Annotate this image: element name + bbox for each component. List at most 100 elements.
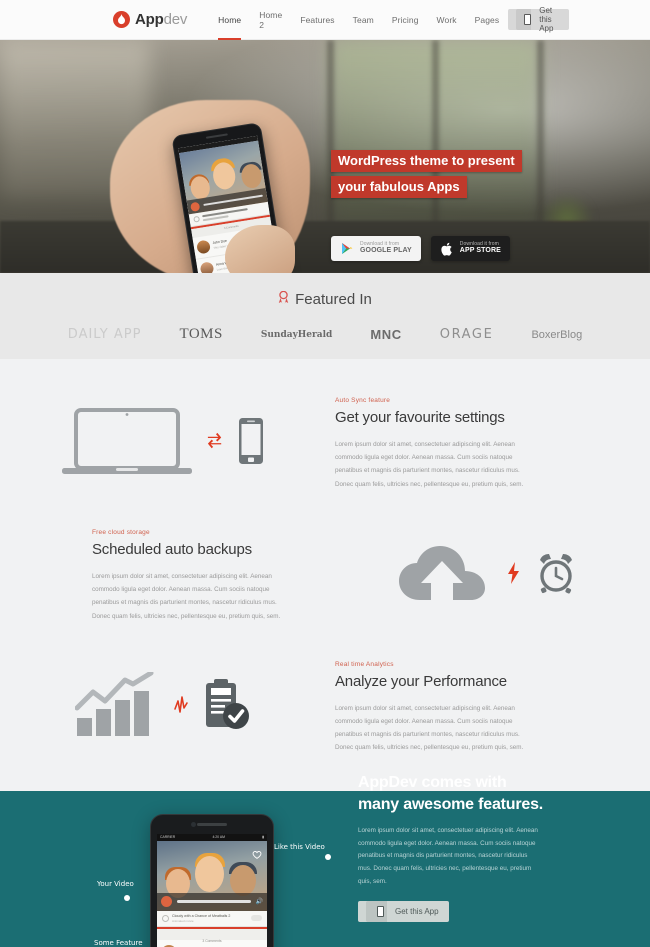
feature-body: Lorem ipsum dolor sit amet, consectetuer…: [92, 572, 281, 620]
hero-headline: WordPress theme to present your fabulous…: [331, 150, 522, 202]
nav-item-home-2[interactable]: Home 2: [259, 0, 282, 40]
phone-comments-header: 3 Comments: [157, 929, 267, 943]
bar-chart-growth-icon: [74, 670, 159, 743]
nav-item-pages[interactable]: Pages: [475, 0, 500, 40]
header-get-app-label: Get this App: [539, 6, 554, 33]
feature-art-backups: [325, 540, 650, 611]
hero-section: 3 Comments John Doe This video is damn g…: [0, 40, 650, 273]
feature-heading: Get your favourite settings: [335, 409, 505, 426]
featured-in-logos: DAILY APP TOMS SundayHerald MNC ORAGE Bo…: [0, 326, 650, 343]
callout-dot: [124, 894, 130, 901]
feature-row-backups: Free cloud storage Scheduled auto backup…: [0, 529, 650, 623]
featured-in-section: Featured In DAILY APP TOMS SundayHerald …: [0, 273, 650, 359]
cta-phone-screen: CARRIER 4:20 AM ▮ 🔊 Cloudy with a Chance…: [157, 833, 267, 947]
feature-text-auto-sync: Auto Sync feature Get your favourite set…: [325, 397, 650, 491]
nav-item-team[interactable]: Team: [353, 0, 374, 40]
carrier-label: CARRIER: [160, 835, 176, 840]
feature-body: Lorem ipsum dolor sit amet, consectetuer…: [335, 704, 524, 752]
feature-art-auto-sync: [0, 406, 325, 481]
nav-item-home[interactable]: Home: [218, 0, 242, 40]
features-section: Auto Sync feature Get your favourite set…: [0, 359, 650, 791]
cta-get-app-label: Get this App: [395, 907, 439, 917]
feature-body: Lorem ipsum dolor sit amet, consectetuer…: [335, 441, 524, 488]
logo-mnc: MNC: [370, 327, 402, 342]
nav-item-pricing[interactable]: Pricing: [392, 0, 419, 40]
logo-text-bold: App: [135, 11, 164, 28]
video-progress-bar[interactable]: [177, 900, 251, 903]
google-play-icon: [340, 241, 354, 256]
volume-icon[interactable]: 🔊: [256, 898, 263, 905]
phone-video-thumbnail: 🔊: [157, 840, 267, 911]
feature-kicker: Free cloud storage: [92, 528, 150, 536]
sync-arrows-icon: [206, 432, 224, 455]
site-header: Appdev Home Home 2 Features Team Pricing…: [0, 0, 650, 40]
cta-get-app-button[interactable]: Get this App: [358, 901, 449, 923]
feature-art-analytics: [0, 670, 325, 743]
hero-window-frame: [432, 40, 439, 235]
heart-icon[interactable]: [252, 846, 262, 864]
toggle-switch[interactable]: [251, 915, 262, 922]
callout-like-this-video: Like this Video: [274, 842, 325, 851]
front-camera-icon: [191, 821, 196, 827]
logo-boxerblog: BoxerBlog: [531, 328, 583, 341]
phone-comments-count: 3 Comments: [202, 938, 222, 943]
landing-page: Appdev Home Home 2 Features Team Pricing…: [0, 0, 650, 947]
clock-label: 4:20 AM: [212, 835, 225, 840]
info-circle-icon: [162, 914, 169, 922]
apple-icon: [440, 241, 454, 256]
site-logo[interactable]: Appdev: [113, 11, 187, 28]
google-play-big-label: GOOGLE PLAY: [360, 247, 412, 255]
clipboard-check-icon: [203, 678, 251, 737]
info-circle-icon: [193, 215, 201, 223]
smartphone-icon: [238, 417, 264, 470]
logo-daily-app: DAILY APP: [67, 327, 142, 342]
hero-headline-line2: your fabulous Apps: [331, 176, 467, 198]
video-title: Cloudy with a Chance of Meatballs 2: [172, 913, 231, 918]
hero-headline-line1: WordPress theme to present: [331, 150, 522, 172]
pulse-wave-icon: [173, 695, 189, 720]
hero-counter-surface: [0, 221, 650, 273]
callout-dot: [325, 853, 331, 860]
avatar: [196, 239, 211, 254]
feature-row-auto-sync: Auto Sync feature Get your favourite set…: [0, 397, 650, 491]
video-subtitle: Animated movie: [172, 918, 194, 923]
nav-item-work[interactable]: Work: [437, 0, 457, 40]
laptop-icon: [61, 406, 192, 481]
ribbon-award-icon: [278, 290, 289, 308]
feature-heading: Scheduled auto backups: [92, 540, 252, 558]
featured-in-label: Featured In: [295, 291, 372, 308]
flame-logo-icon: [113, 11, 130, 28]
phone-speaker: [205, 133, 228, 139]
cta-heading: AppDev comes with many awesome features.: [358, 772, 588, 815]
phone-video-thumbnail: [179, 140, 268, 215]
feature-text-analytics: Real time Analytics Analyze your Perform…: [325, 661, 650, 755]
feature-row-analytics: Real time Analytics Analyze your Perform…: [0, 661, 650, 755]
phone-video-title-row: Cloudy with a Chance of Meatballs 2 Anim…: [157, 910, 267, 927]
hero-store-buttons: Download it from GOOGLE PLAY Download it…: [331, 236, 510, 261]
play-button-icon[interactable]: [161, 896, 172, 908]
logo-text-light: dev: [163, 11, 188, 28]
app-store-button[interactable]: Download it from APP STORE: [430, 236, 510, 261]
phone-speaker: [197, 822, 227, 826]
feature-heading: Analyze your Performance: [335, 672, 507, 690]
logo-orage: ORAGE: [439, 327, 494, 342]
nav-item-features[interactable]: Features: [300, 0, 334, 40]
feature-kicker: Real time Analytics: [335, 660, 394, 668]
lightning-bolt-icon: [507, 562, 520, 589]
main-nav: Home Home 2 Features Team Pricing Work P…: [209, 0, 508, 40]
avatar: [199, 260, 215, 273]
cta-heading-line2: many awesome features.: [358, 795, 544, 813]
cta-text-block: AppDev comes with many awesome features.…: [358, 772, 588, 923]
callout-some-feature: Some Feature: [94, 938, 143, 947]
header-get-app-button[interactable]: Get this App: [508, 6, 570, 33]
alarm-clock-icon: [534, 551, 578, 600]
app-store-big-label: APP STORE: [459, 247, 501, 255]
google-play-button[interactable]: Download it from GOOGLE PLAY: [331, 236, 421, 261]
cloud-upload-icon: [397, 540, 493, 611]
cta-phone-mockup: CARRIER 4:20 AM ▮ 🔊 Cloudy with a Chance…: [150, 813, 274, 947]
feature-text-backups: Free cloud storage Scheduled auto backup…: [0, 529, 325, 623]
phone-video-controls: 🔊: [157, 892, 267, 911]
cta-heading-line1: AppDev comes with: [358, 774, 507, 791]
mobile-phone-icon: [366, 901, 387, 923]
logo-text: Appdev: [135, 11, 187, 28]
